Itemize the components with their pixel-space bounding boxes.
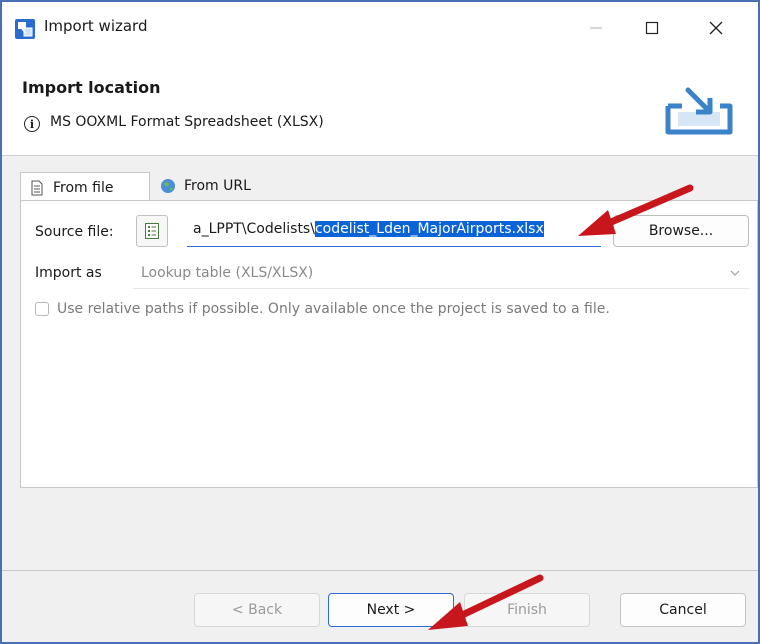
import-as-select[interactable]: Lookup table (XLS/XLSX) xyxy=(133,257,749,289)
source-file-input[interactable]: a_LPPT\Codelists\codelist_Lden_MajorAirp… xyxy=(187,215,601,247)
window-title: Import wizard xyxy=(44,17,148,35)
title-bar: Import wizard xyxy=(2,2,758,54)
tab-from-file[interactable]: From file xyxy=(20,172,150,202)
import-graphic-icon xyxy=(665,87,733,135)
cancel-button[interactable]: Cancel xyxy=(620,593,746,627)
tab-from-url[interactable]: From URL xyxy=(152,172,270,200)
relative-paths-label: Use relative paths if possible. Only ava… xyxy=(57,301,610,317)
source-tabs: From file From URL xyxy=(20,172,740,202)
info-icon: i xyxy=(24,116,40,132)
relative-paths-checkbox[interactable] xyxy=(35,302,49,316)
globe-icon xyxy=(161,179,175,193)
page-description: MS OOXML Format Spreadsheet (XLSX) xyxy=(50,114,324,130)
from-file-panel: Source file: a_LPPT\Codelists\codelist_L… xyxy=(20,200,758,488)
maximize-icon xyxy=(645,21,659,35)
list-file-icon xyxy=(145,223,159,239)
tab-from-url-label: From URL xyxy=(184,178,251,194)
file-icon xyxy=(31,180,43,195)
next-button[interactable]: Next > xyxy=(328,593,454,627)
source-file-label: Source file: xyxy=(35,224,114,240)
source-file-options-button[interactable] xyxy=(136,215,168,247)
wizard-header: Import location i MS OOXML Format Spread… xyxy=(2,54,758,156)
chevron-down-icon xyxy=(730,270,740,276)
back-button[interactable]: < Back xyxy=(194,593,320,627)
close-button[interactable] xyxy=(688,2,744,54)
tab-from-file-label: From file xyxy=(53,179,114,196)
import-as-value: Lookup table (XLS/XLSX) xyxy=(141,265,314,281)
page-title: Import location xyxy=(22,78,161,97)
app-icon xyxy=(15,19,35,39)
import-wizard-window: Import wizard Import location i MS OOXML… xyxy=(0,0,760,644)
source-file-selected-text: codelist_Lden_MajorAirports.xlsx xyxy=(314,221,544,237)
maximize-button[interactable] xyxy=(624,2,680,54)
relative-paths-row: Use relative paths if possible. Only ava… xyxy=(35,301,610,317)
browse-button[interactable]: Browse... xyxy=(613,215,749,247)
finish-button[interactable]: Finish xyxy=(464,593,590,627)
close-icon xyxy=(709,21,723,35)
source-file-path-prefix: a_LPPT\Codelists\ xyxy=(193,221,315,237)
minimize-button[interactable] xyxy=(568,2,624,54)
import-as-label: Import as xyxy=(35,265,102,281)
minimize-icon xyxy=(590,27,602,29)
wizard-footer: < Back Next > Finish Cancel xyxy=(2,570,758,642)
